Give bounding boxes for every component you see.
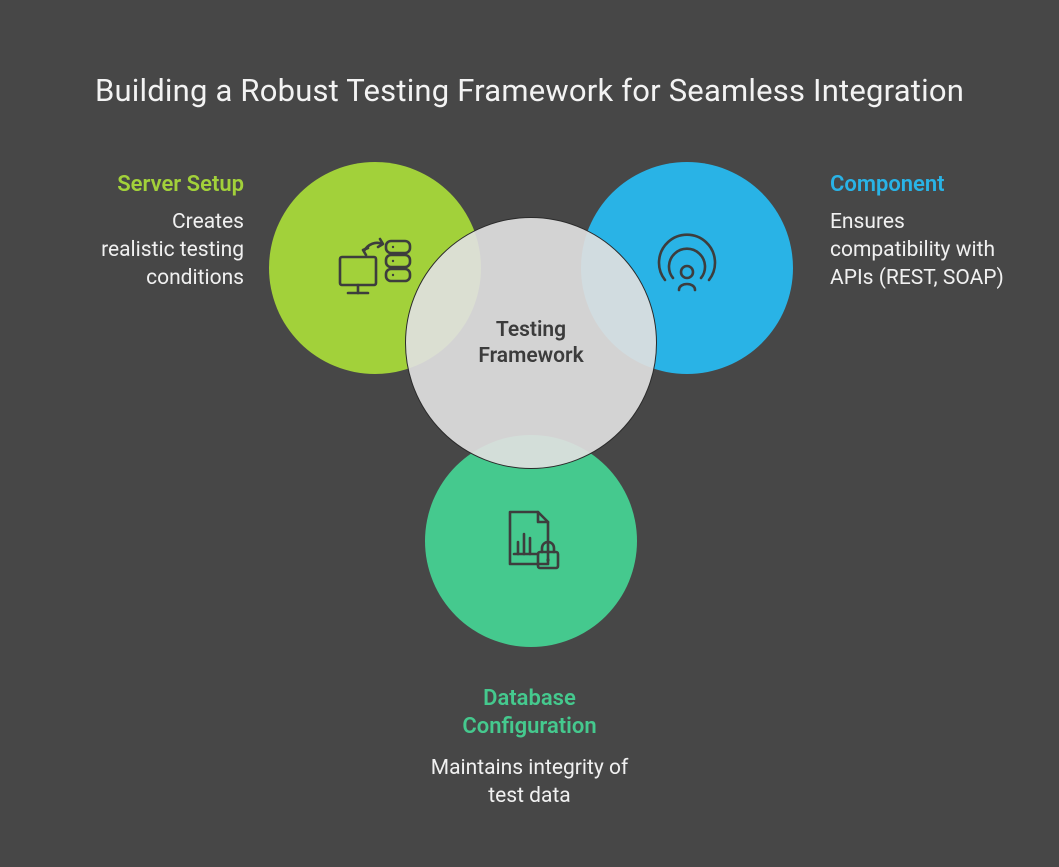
- desc-database-config: Maintains integrity of test data: [430, 754, 630, 811]
- label-database-config: Database Configuration Maintains integri…: [0, 685, 1059, 811]
- circle-center: Testing Framework: [405, 217, 657, 469]
- label-component: Component Ensures compatibility with API…: [830, 170, 1010, 293]
- label-server-setup: Server Setup Creates realistic testing c…: [101, 170, 244, 293]
- desc-server-setup: Creates realistic testing conditions: [101, 208, 244, 293]
- heading-component: Component: [830, 170, 1010, 200]
- heading-database-config: Database Configuration: [0, 685, 1059, 740]
- broadcast-icon: [647, 233, 727, 303]
- center-label: Testing Framework: [478, 317, 583, 370]
- desc-component: Ensures compatibility with APIs (REST, S…: [830, 208, 1010, 293]
- heading-server-setup: Server Setup: [101, 170, 244, 200]
- server-sync-icon: [335, 233, 415, 303]
- diagram-title: Building a Robust Testing Framework for …: [0, 72, 1059, 109]
- secure-data-icon: [491, 506, 571, 576]
